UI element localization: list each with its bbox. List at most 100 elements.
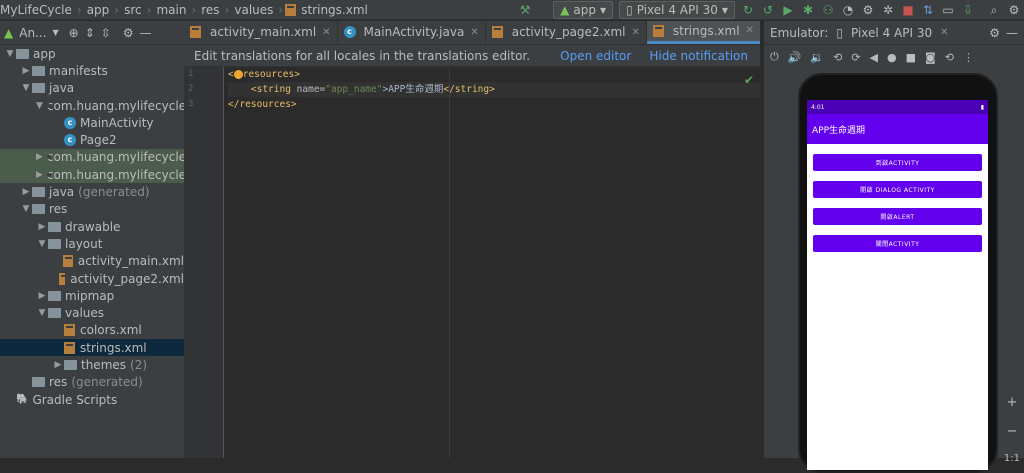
tree-item[interactable]: ▼ java	[0, 80, 184, 97]
tree-item[interactable]: c MainActivity	[0, 114, 184, 131]
chevron-down-icon[interactable]: ▼	[36, 308, 48, 318]
breadcrumb-values[interactable]: values	[231, 3, 276, 17]
gear-icon[interactable]: ⚙	[989, 26, 1000, 40]
chevron-down-icon[interactable]: ▼	[53, 28, 59, 37]
stop-icon[interactable]: ■	[898, 1, 918, 19]
tree-item[interactable]: ▶com.huang.mylifecycle(t	[0, 166, 184, 184]
tree-item[interactable]: ▼ res	[0, 201, 184, 218]
chevron-right-icon[interactable]: ▶	[36, 291, 48, 301]
editor-tab[interactable]: c MainActivity.java ✕	[338, 21, 486, 44]
chevron-right-icon[interactable]: ▶	[52, 360, 64, 370]
code-content[interactable]: < resources> <string name="app_name">APP生…	[228, 67, 760, 112]
tree-item[interactable]: ▶com.huang.mylifecycle(a	[0, 148, 184, 167]
tree-item[interactable]: res (generated)	[0, 374, 184, 391]
apply-changes-icon[interactable]: ↻	[738, 1, 758, 19]
tree-item[interactable]: ▼ com.huang.mylifecycle	[0, 97, 184, 114]
tree-item[interactable]: ▶ themes (2)	[0, 356, 184, 373]
tree-item[interactable]: 🐘 Gradle Scripts	[0, 391, 184, 408]
chevron-down-icon[interactable]: ▼	[20, 204, 32, 214]
snapshot-icon[interactable]: ⟲	[945, 51, 954, 64]
close-activity-button[interactable]: 關閉ACTIVITY	[813, 235, 982, 252]
tree-item[interactable]: colors.xml	[0, 322, 184, 339]
tree-item[interactable]: ▶ mipmap	[0, 287, 184, 304]
camera-icon[interactable]: ◙	[925, 51, 936, 64]
locate-icon[interactable]: ⊕	[69, 26, 79, 40]
settings-icon[interactable]: ⚙	[1004, 1, 1024, 19]
chevron-right-icon[interactable]: ▶	[20, 187, 32, 197]
emulator-device-tab[interactable]: Pixel 4 API 30	[851, 26, 932, 40]
run-config-select[interactable]: ▲ app ▼	[553, 1, 614, 19]
profile-icon[interactable]: ◔	[838, 1, 858, 19]
chevron-right-icon[interactable]: ▶	[36, 152, 43, 162]
chevron-right-icon[interactable]: ▶	[36, 170, 43, 180]
expand-all-icon[interactable]: ⇕	[85, 26, 95, 40]
attach-debugger-icon[interactable]: ⚇	[818, 1, 838, 19]
chevron-right-icon[interactable]: ▶	[36, 222, 48, 232]
chevron-right-icon[interactable]: ▶	[20, 66, 32, 76]
start-activity-button[interactable]: 到啟ACTIVITY	[813, 154, 982, 171]
breadcrumb-src[interactable]: src	[121, 3, 145, 17]
breadcrumb-res[interactable]: res	[198, 3, 222, 17]
hide-icon[interactable]: —	[1006, 26, 1018, 40]
tree-item[interactable]: activity_main.xml	[0, 253, 184, 270]
avd-manager-icon[interactable]: ▭	[938, 1, 958, 19]
zoom-out-button[interactable]: −	[1007, 424, 1018, 439]
code-editor[interactable]: 1 2 3 < resources> <string name="app_name…	[184, 67, 760, 458]
breadcrumb-project[interactable]: MyLifeCycle	[0, 3, 75, 17]
overview-icon[interactable]: ■	[906, 51, 916, 64]
run-icon[interactable]: ▶	[778, 1, 798, 19]
close-icon[interactable]: ✕	[470, 27, 478, 38]
home-icon[interactable]: ●	[887, 51, 897, 64]
open-alert-button[interactable]: 開啟ALERT	[813, 208, 982, 225]
close-icon[interactable]: ✕	[940, 27, 948, 38]
power-icon[interactable]: ⏻	[770, 50, 779, 64]
chevron-down-icon[interactable]: ▼	[4, 49, 16, 59]
chevron-down-icon[interactable]: ▼	[36, 101, 43, 111]
debug-icon[interactable]: ✱	[798, 1, 818, 19]
volume-down-icon[interactable]: 🔉	[810, 51, 824, 64]
rotate-left-icon[interactable]: ⟲	[833, 51, 842, 64]
tree-item[interactable]: ▶ manifests	[0, 62, 184, 79]
close-icon[interactable]: ✕	[322, 27, 330, 38]
zoom-actual-size-button[interactable]: 1:1	[1004, 453, 1020, 464]
search-icon[interactable]: ⌕	[984, 1, 1004, 19]
open-editor-link[interactable]: Open editor	[560, 49, 631, 63]
close-icon[interactable]: ✕	[632, 27, 640, 38]
editor-tab[interactable]: activity_main.xml ✕	[184, 21, 338, 44]
sdk-manager-icon[interactable]: ⇩	[958, 1, 978, 19]
breadcrumb-app[interactable]: app	[84, 3, 113, 17]
tree-item[interactable]: c Page2	[0, 131, 184, 148]
tree-item[interactable]: ▶ java (generated)	[0, 183, 184, 200]
device-select[interactable]: ▯ Pixel 4 API 30 ▼	[619, 1, 735, 19]
tree-item[interactable]: ▼ app	[0, 45, 184, 62]
tree-item[interactable]: ▼ layout	[0, 235, 184, 252]
project-view-select[interactable]: An...	[19, 26, 46, 40]
rotate-right-icon[interactable]: ⟳	[851, 51, 860, 64]
phone-screen[interactable]: 4:01 ▮ APP生命週期 到啟ACTIVITY 開啟 DIALOG ACTIV…	[807, 100, 988, 470]
back-icon[interactable]: ◀	[870, 51, 878, 64]
gear-icon[interactable]: ⚙	[123, 26, 134, 40]
open-dialog-activity-button[interactable]: 開啟 DIALOG ACTIVITY	[813, 181, 982, 198]
zoom-in-button[interactable]: +	[1007, 395, 1018, 410]
tree-item[interactable]: ▼ values	[0, 304, 184, 321]
editor-tab[interactable]: strings.xml ✕	[646, 21, 760, 44]
tree-item[interactable]: ▶ drawable	[0, 218, 184, 235]
hide-notification-link[interactable]: Hide notification	[649, 49, 748, 63]
volume-up-icon[interactable]: 🔊	[788, 51, 802, 64]
apply-code-changes-icon[interactable]: ↺	[758, 1, 778, 19]
chevron-down-icon[interactable]: ▼	[36, 239, 48, 249]
tree-item[interactable]: activity_page2.xml	[0, 270, 184, 287]
lightbulb-icon[interactable]	[233, 70, 243, 79]
breadcrumb-main[interactable]: main	[153, 3, 189, 17]
breadcrumb-file[interactable]: strings.xml	[301, 3, 371, 17]
tree-item[interactable]: strings.xml	[0, 339, 184, 357]
sync-gradle-icon[interactable]: ⇅	[918, 1, 938, 19]
coverage-icon[interactable]: ⚙	[858, 1, 878, 19]
collapse-all-icon[interactable]: ⇳	[101, 26, 111, 40]
chevron-down-icon[interactable]: ▼	[20, 83, 32, 93]
close-icon[interactable]: ✕	[746, 25, 754, 36]
attach-icon[interactable]: ✲	[878, 1, 898, 19]
hammer-icon[interactable]: ⚒	[515, 1, 535, 19]
more-icon[interactable]: ⋮	[963, 51, 974, 64]
editor-tab[interactable]: activity_page2.xml ✕	[486, 21, 647, 44]
